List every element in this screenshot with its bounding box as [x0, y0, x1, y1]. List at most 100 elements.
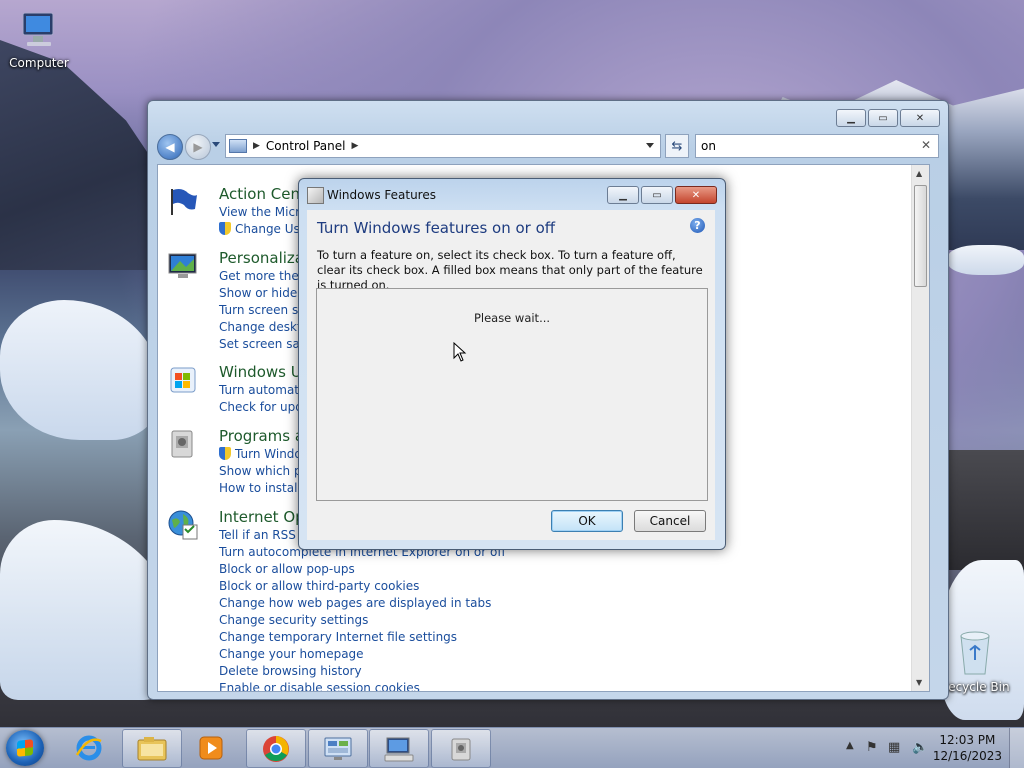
loading-status: Please wait... — [473, 311, 551, 325]
cancel-button[interactable]: Cancel — [634, 510, 706, 532]
close-button[interactable]: ✕ — [900, 109, 940, 127]
section-link[interactable]: Change deskto — [219, 320, 309, 334]
start-button[interactable] — [6, 730, 44, 766]
control-panel-icon — [324, 737, 352, 760]
maximize-button[interactable]: ▭ — [641, 186, 673, 204]
navigation-bar: ◀ ▶ ▶ Control Panel ▶ ⇆ ✕ — [157, 134, 939, 160]
mouse-cursor-icon — [453, 342, 467, 362]
close-button[interactable]: ✕ — [675, 186, 717, 204]
file-explorer-icon — [137, 736, 167, 760]
section-link[interactable]: View the Micro — [219, 205, 307, 219]
windows-features-dialog: Windows Features ▁ ▭ ✕ Turn Windows feat… — [298, 178, 726, 550]
section-title[interactable]: Programs a — [219, 427, 304, 445]
search-box[interactable]: ✕ — [695, 134, 939, 158]
section-link[interactable]: Block or allow pop-ups — [219, 562, 355, 576]
section-link-shield[interactable]: Turn Windo — [219, 447, 302, 461]
desktop-icon-label: Recycle Bin — [940, 680, 1010, 694]
clear-search-icon[interactable]: ✕ — [921, 138, 931, 152]
taskbar-media-player[interactable] — [186, 729, 236, 766]
wallpaper-ice-right — [948, 245, 1024, 275]
taskbar-chrome[interactable] — [246, 729, 306, 768]
vertical-scrollbar[interactable]: ▲ ▼ — [911, 165, 929, 691]
show-desktop-button[interactable] — [1009, 728, 1024, 768]
desktop-icon-label: Computer — [9, 56, 69, 70]
window-controls: ▁ ▭ ✕ — [836, 109, 940, 127]
scroll-thumb[interactable] — [914, 185, 927, 287]
show-hidden-icons-icon[interactable]: ▲ — [846, 740, 854, 751]
clock-time: 12:03 PM — [939, 733, 996, 747]
section-link[interactable]: Turn automatic — [219, 383, 309, 397]
section-title[interactable]: Personaliza — [219, 249, 304, 267]
taskbar-internet-explorer[interactable] — [64, 729, 114, 766]
section-title[interactable]: Action Cent — [219, 185, 306, 203]
media-player-icon — [199, 736, 223, 759]
breadcrumb-arrow-icon[interactable]: ▶ — [253, 141, 260, 151]
ok-button[interactable]: OK — [551, 510, 623, 532]
network-icon[interactable]: ▦ — [888, 740, 900, 755]
scroll-up-icon[interactable]: ▲ — [916, 169, 922, 178]
section-title[interactable]: Internet Op — [219, 508, 305, 526]
taskbar-windows-features[interactable] — [431, 729, 491, 768]
section-link-shield[interactable]: Change Use — [219, 222, 307, 236]
section-link[interactable]: Show or hide c — [219, 286, 308, 300]
breadcrumb-arrow-icon[interactable]: ▶ — [352, 141, 359, 151]
minimize-button[interactable]: ▁ — [607, 186, 639, 204]
taskbar-remote-desktop[interactable] — [369, 729, 429, 768]
system-tray: ▲ ⚑ ▦ 🔈 12:03 PM 12/16/2023 — [840, 728, 1024, 768]
section-link[interactable]: Block or allow third-party cookies — [219, 579, 419, 593]
address-bar[interactable]: ▶ Control Panel ▶ — [225, 134, 661, 158]
remote-desktop-icon — [384, 737, 414, 761]
section-link[interactable]: Change security settings — [219, 613, 368, 627]
section-link-text: Turn Windo — [235, 447, 302, 461]
back-button[interactable]: ◀ — [157, 134, 183, 160]
breadcrumb-control-panel[interactable]: Control Panel — [266, 139, 346, 153]
section-link[interactable]: Enable or disable session cookies — [219, 681, 420, 691]
windows-update-icon — [170, 367, 196, 393]
desktop-icon-computer[interactable]: Computer — [1, 10, 77, 70]
scroll-down-icon[interactable]: ▼ — [916, 678, 922, 687]
section-link[interactable]: Change how web pages are displayed in ta… — [219, 596, 491, 610]
minimize-button[interactable]: ▁ — [836, 109, 866, 127]
volume-muted-icon[interactable]: 🔈 — [912, 740, 928, 755]
section-link-text: Change Use — [235, 222, 308, 236]
clock-date: 12/16/2023 — [932, 749, 1002, 763]
uac-shield-icon — [219, 447, 231, 460]
wallpaper-rocks-right — [946, 450, 1024, 570]
section-link[interactable]: Change your homepage — [219, 647, 364, 661]
clock[interactable]: 12:03 PM 12/16/2023 — [933, 732, 1002, 764]
address-dropdown-icon[interactable] — [646, 143, 654, 148]
maximize-button[interactable]: ▭ — [868, 109, 898, 127]
section-link[interactable]: Delete browsing history — [219, 664, 362, 678]
recycle-bin-icon — [960, 631, 990, 675]
section-link[interactable]: Check for upda — [219, 400, 310, 414]
dialog-body: Turn Windows features on or off ? To tur… — [307, 210, 715, 540]
flag-icon — [171, 189, 197, 215]
globe-icon — [168, 510, 198, 540]
wallpaper-ice-left — [0, 300, 160, 440]
taskbar: ▲ ⚑ ▦ 🔈 12:03 PM 12/16/2023 — [0, 727, 1024, 768]
windows-features-icon — [451, 738, 471, 760]
features-list[interactable]: Please wait... — [316, 288, 708, 501]
taskbar-control-panel[interactable] — [308, 729, 368, 768]
taskbar-file-explorer[interactable] — [122, 729, 182, 768]
section-link[interactable]: Show which pr — [219, 464, 307, 478]
dialog-description: To turn a feature on, select its check b… — [317, 248, 703, 292]
section-link[interactable]: Change temporary Internet file settings — [219, 630, 457, 644]
forward-button[interactable]: ▶ — [185, 134, 211, 160]
help-icon[interactable]: ? — [690, 218, 705, 233]
action-center-flag-icon[interactable]: ⚑ — [866, 740, 878, 755]
dialog-window-controls: ▁ ▭ ✕ — [607, 186, 717, 204]
monitor-icon — [168, 253, 197, 278]
programs-icon — [171, 430, 193, 458]
chrome-icon — [263, 735, 289, 762]
search-input[interactable] — [696, 138, 913, 154]
internet-explorer-icon — [75, 735, 102, 760]
section-title[interactable]: Windows U — [219, 363, 302, 381]
refresh-button[interactable]: ⇆ — [665, 134, 689, 158]
dialog-title: Windows Features — [327, 188, 436, 202]
computer-icon — [22, 12, 54, 46]
section-link[interactable]: Get more them — [219, 269, 310, 283]
dialog-heading: Turn Windows features on or off — [317, 219, 556, 237]
recent-pages-dropdown[interactable] — [212, 142, 220, 147]
windows-logo-icon — [17, 739, 33, 757]
